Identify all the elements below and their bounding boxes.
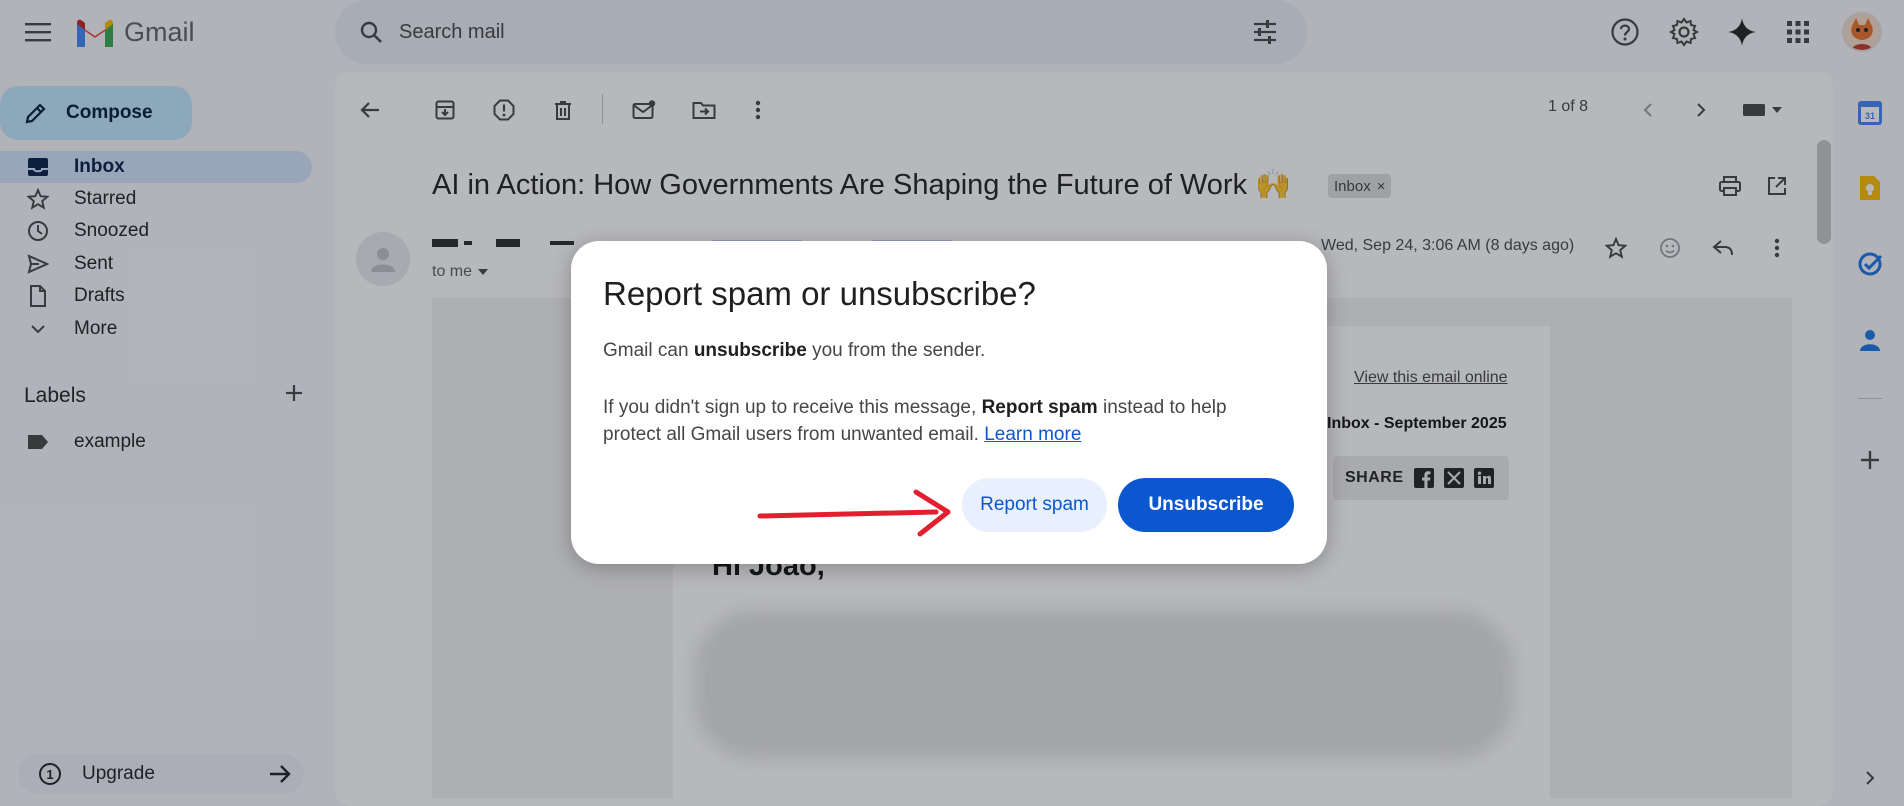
dialog-text: Gmail can bbox=[603, 340, 694, 361]
dialog-spam-explanation: If you didn't sign up to receive this me… bbox=[603, 394, 1263, 448]
dialog-text-bold: Report spam bbox=[981, 397, 1098, 418]
dialog-description: Gmail can unsubscribe you from the sende… bbox=[603, 340, 985, 362]
report-spam-button[interactable]: Report spam bbox=[962, 478, 1107, 532]
dialog-text-bold: unsubscribe bbox=[693, 340, 807, 361]
dialog-text: If you didn't sign up to receive this me… bbox=[603, 397, 982, 418]
unsubscribe-button[interactable]: Unsubscribe bbox=[1118, 478, 1294, 532]
annotation-arrow bbox=[757, 489, 951, 537]
dialog-title: Report spam or unsubscribe? bbox=[603, 275, 1036, 312]
learn-more-link[interactable]: Learn more bbox=[984, 424, 1081, 445]
dialog-text: you from the sender. bbox=[806, 340, 986, 361]
